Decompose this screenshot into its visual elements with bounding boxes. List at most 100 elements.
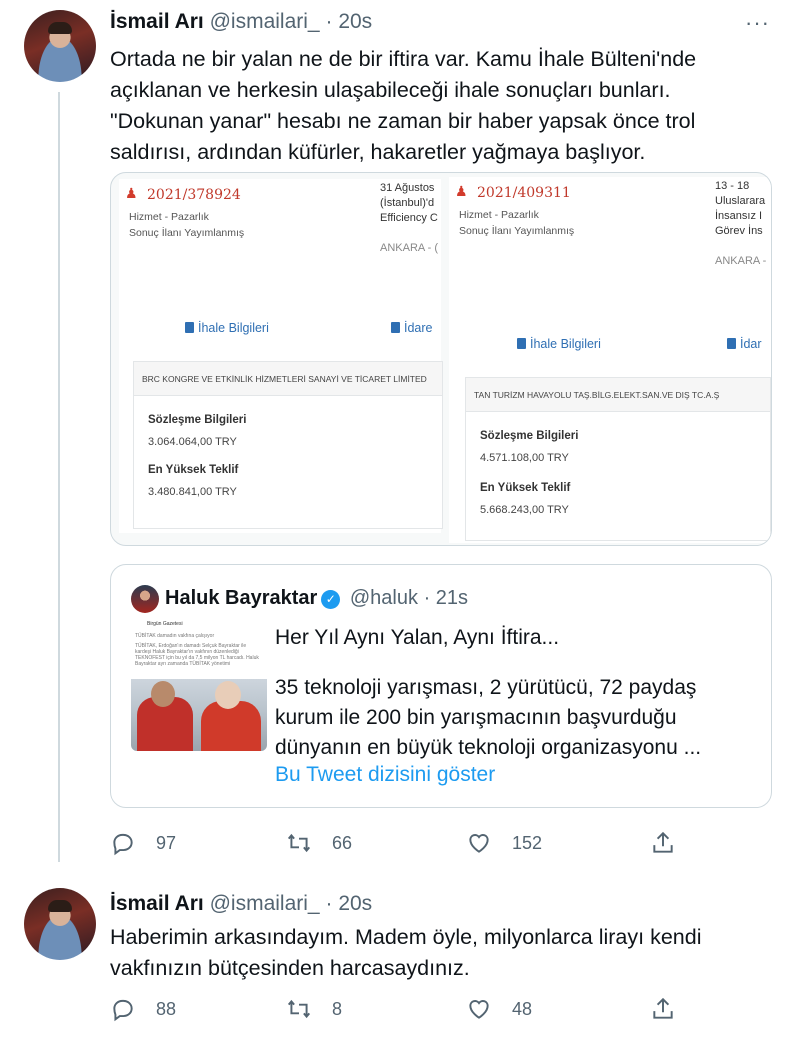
tweet-time[interactable]: 20s bbox=[338, 892, 372, 915]
retweet-button[interactable]: 8 bbox=[286, 994, 342, 1024]
tender-summary-line: 13 - 18 bbox=[715, 180, 750, 192]
tender-info-label: İhale Bilgileri bbox=[530, 337, 601, 351]
thumb-photo bbox=[131, 679, 267, 751]
reply-count: 88 bbox=[156, 998, 177, 1019]
heart-icon bbox=[469, 834, 489, 853]
tweet-1[interactable]: İsmail Arı @ismailari_ · 20s ··· Ortada … bbox=[0, 0, 796, 880]
thread-connector-line bbox=[58, 92, 60, 862]
quoted-time: 21s bbox=[435, 587, 469, 609]
heart-icon bbox=[469, 1000, 489, 1019]
administration-label: İdar bbox=[740, 337, 762, 351]
quoted-body-line: 35 teknoloji yarışması, 2 yürütücü, 72 p… bbox=[275, 676, 697, 699]
tender-type: Hizmet - Pazarlık bbox=[129, 211, 209, 223]
avatar[interactable] bbox=[24, 10, 96, 82]
contract-value: 3.064.064,00 TRY bbox=[148, 436, 237, 448]
tender-summary-line: Görev İns bbox=[715, 225, 763, 237]
tweet-time[interactable]: 20s bbox=[338, 10, 372, 33]
highest-offer-value: 3.480.841,00 TRY bbox=[148, 486, 237, 498]
like-button[interactable]: 152 bbox=[466, 828, 542, 858]
quoted-author-name: Haluk Bayraktar bbox=[165, 587, 318, 609]
building-icon bbox=[727, 338, 736, 349]
contract-label: Sözleşme Bilgileri bbox=[480, 430, 579, 442]
author-name[interactable]: İsmail Arı bbox=[110, 892, 204, 915]
tender-summary-line: Uluslarara bbox=[715, 195, 766, 207]
quoted-body-line: kurum ile 200 bin yarışmacının başvurduğ… bbox=[275, 706, 677, 729]
reply-count: 97 bbox=[156, 832, 177, 853]
company-name: TAN TURİZM HAVAYOLU TAŞ.BİLG.ELEKT.SAN.V… bbox=[466, 378, 770, 412]
result-box: TAN TURİZM HAVAYOLU TAŞ.BİLG.ELEKT.SAN.V… bbox=[465, 377, 771, 541]
tweet-header: İsmail Arı @ismailari_ · 20s bbox=[110, 892, 372, 916]
like-button[interactable]: 48 bbox=[466, 994, 532, 1024]
tweet-2[interactable]: İsmail Arı @ismailari_ · 20s Haberimin a… bbox=[0, 880, 796, 1042]
document-icon bbox=[517, 338, 526, 349]
tender-summary-line bbox=[380, 226, 440, 241]
tender-info-link: İhale Bilgileri bbox=[517, 337, 601, 351]
tender-status: Sonuç İlanı Yayımlanmış bbox=[459, 225, 575, 237]
tweet-text: Ortada ne bir yalan ne de bir iftira var… bbox=[110, 44, 770, 168]
like-count: 152 bbox=[512, 832, 543, 853]
quoted-media-thumbnail: Birgün Gazetesi TÜBİTAK damadın vakfına … bbox=[131, 617, 267, 751]
document-icon bbox=[185, 322, 194, 333]
retweet-icon bbox=[287, 999, 311, 1019]
tender-status: Sonuç İlanı Yayımlanmış bbox=[129, 227, 245, 239]
retweet-button[interactable]: 66 bbox=[286, 828, 352, 858]
tweet-text: Haberimin arkasındayım. Madem öyle, mily… bbox=[110, 922, 770, 984]
retweet-count: 8 bbox=[332, 998, 343, 1019]
author-handle[interactable]: @ismailari_ bbox=[210, 10, 320, 33]
tender-summary: 31 Ağustos (İstanbul)'d Efficiency C ANK… bbox=[380, 181, 440, 256]
author-handle[interactable]: @ismailari_ bbox=[210, 892, 320, 915]
retweet-count: 66 bbox=[332, 832, 353, 853]
tender-summary-line: (İstanbul)'d bbox=[380, 197, 435, 209]
quoted-header: Haluk Bayraktar ✓ @haluk · 21s bbox=[165, 587, 468, 610]
separator: · bbox=[423, 587, 431, 609]
share-icon bbox=[653, 997, 673, 1019]
tender-summary: 13 - 18 Uluslarara İnsansız I Görev İns … bbox=[715, 179, 771, 269]
tender-summary-line: Efficiency C bbox=[380, 212, 438, 224]
tweet-line: "Dokunan yanar" hesabı ne zaman bir habe… bbox=[110, 109, 696, 133]
media-card[interactable]: ♟ 2021/378924 Hizmet - Pazarlık Sonuç İl… bbox=[110, 172, 772, 546]
thumb-text: Bayraktar ayrı zamanda TÜBİTAK yönetimi bbox=[135, 661, 231, 667]
location-pin-icon: ♟ bbox=[125, 185, 138, 201]
company-name: BRC KONGRE VE ETKİNLİK HİZMETLERİ SANAYİ… bbox=[134, 362, 442, 396]
tender-info-label: İhale Bilgileri bbox=[198, 321, 269, 335]
quoted-body-line: dünyanın en büyük teknoloji organizasyon… bbox=[275, 736, 702, 759]
show-thread-link[interactable]: Bu Tweet dizisini göster bbox=[275, 763, 495, 787]
share-button[interactable] bbox=[650, 994, 696, 1024]
highest-offer-value: 5.668.243,00 TRY bbox=[480, 504, 569, 516]
tender-info-link: İhale Bilgileri bbox=[185, 321, 269, 335]
retweet-icon bbox=[287, 833, 311, 853]
tender-summary-line bbox=[715, 239, 771, 254]
reply-icon bbox=[113, 833, 133, 856]
like-count: 48 bbox=[512, 998, 533, 1019]
administration-link: İdare bbox=[391, 321, 433, 335]
thumb-text: Birgün Gazetesi bbox=[147, 621, 183, 627]
contract-value: 4.571.108,00 TRY bbox=[480, 452, 569, 464]
avatar[interactable] bbox=[24, 888, 96, 960]
quoted-body: 35 teknoloji yarışması, 2 yürütücü, 72 p… bbox=[275, 673, 755, 763]
tweet-header: İsmail Arı @ismailari_ · 20s bbox=[110, 10, 372, 34]
share-button[interactable] bbox=[650, 828, 696, 858]
author-name[interactable]: İsmail Arı bbox=[110, 10, 204, 33]
tender-summary-line: ANKARA - ( bbox=[380, 242, 439, 254]
reply-button[interactable]: 97 bbox=[110, 828, 176, 858]
separator: · bbox=[325, 892, 333, 915]
more-options-icon[interactable]: ··· bbox=[745, 10, 770, 36]
highest-offer-label: En Yüksek Teklif bbox=[480, 482, 571, 494]
tender-ref: 2021/378924 bbox=[147, 187, 241, 203]
tender-document-2: ♟ 2021/409311 Hizmet - Pazarlık Sonuç İl… bbox=[449, 177, 771, 543]
tweet-line: Ortada ne bir yalan ne de bir iftira var… bbox=[110, 47, 697, 71]
location-pin-icon: ♟ bbox=[455, 183, 468, 199]
quoted-author-handle: @haluk bbox=[349, 587, 418, 609]
quoted-tweet[interactable]: Haluk Bayraktar ✓ @haluk · 21s Birgün Gaz… bbox=[110, 564, 772, 808]
tweet-actions: 88 8 48 bbox=[110, 994, 680, 1024]
tweet-line: saldırısı, ardından küfürler, hakaretler… bbox=[110, 140, 646, 164]
tender-summary-line: İnsansız I bbox=[715, 210, 763, 222]
separator: · bbox=[325, 10, 333, 33]
highest-offer-label: En Yüksek Teklif bbox=[148, 464, 239, 476]
reply-button[interactable]: 88 bbox=[110, 994, 176, 1024]
tweet-line: açıklanan ve herkesin ulaşabileceği ihal… bbox=[110, 78, 671, 102]
result-box: BRC KONGRE VE ETKİNLİK HİZMETLERİ SANAYİ… bbox=[133, 361, 443, 529]
thumb-text: TÜBİTAK damadın vakfına çalışıyor bbox=[135, 633, 215, 639]
share-icon bbox=[653, 831, 673, 853]
quoted-headline: Her Yıl Aynı Yalan, Aynı İftira... bbox=[275, 626, 560, 649]
